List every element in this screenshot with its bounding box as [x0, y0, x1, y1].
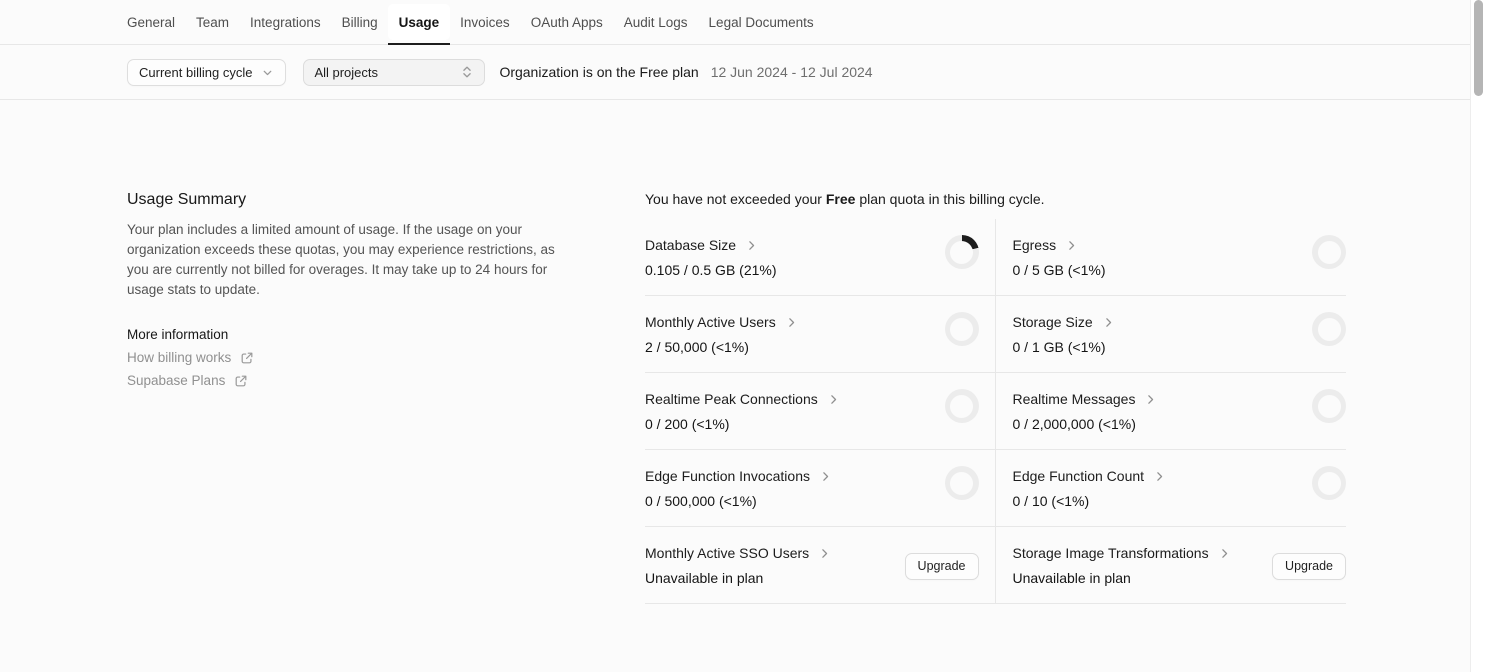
metric-realtime-peak-connections-link[interactable]: Realtime Peak Connections [645, 389, 840, 409]
usage-summary-title: Usage Summary [127, 191, 587, 209]
metric-storage-image-transformations-link[interactable]: Storage Image Transformations [1013, 543, 1231, 563]
supabase-plans-link[interactable]: Supabase Plans [127, 373, 248, 388]
metric-label: Storage Size [1013, 312, 1093, 332]
tab-invoices[interactable]: Invoices [460, 0, 510, 44]
metric-value: Unavailable in plan [1013, 567, 1231, 589]
metric-value: 0 / 10 (<1%) [1013, 490, 1167, 512]
chevron-right-icon [827, 393, 840, 406]
chevron-right-icon [1144, 393, 1157, 406]
metric-label: Realtime Messages [1013, 389, 1136, 409]
billing-cycle-label: Current billing cycle [139, 65, 252, 80]
how-billing-works-label: How billing works [127, 350, 231, 365]
metric-edge-function-count-link[interactable]: Edge Function Count [1013, 466, 1167, 486]
metric-value: 0 / 5 GB (<1%) [1013, 259, 1106, 281]
metric-value: 2 / 50,000 (<1%) [645, 336, 798, 358]
more-information-heading: More information [127, 327, 587, 342]
metric-label: Edge Function Invocations [645, 466, 810, 486]
tab-billing[interactable]: Billing [342, 0, 378, 44]
projects-select[interactable]: All projects [303, 59, 485, 86]
billing-period-dates: 12 Jun 2024 - 12 Jul 2024 [711, 64, 873, 80]
tab-integrations[interactable]: Integrations [250, 0, 321, 44]
metric-database-size-link[interactable]: Database Size [645, 235, 758, 255]
metric-label: Egress [1013, 235, 1057, 255]
metric-value: Unavailable in plan [645, 567, 831, 589]
chevron-right-icon [1153, 470, 1166, 483]
supabase-plans-label: Supabase Plans [127, 373, 225, 388]
quota-status-message: You have not exceeded your Free plan quo… [645, 191, 1346, 207]
tab-usage[interactable]: Usage [399, 0, 440, 44]
chevron-right-icon [785, 316, 798, 329]
plan-name: Free plan [640, 64, 699, 80]
settings-tabbar: General Team Integrations Billing Usage … [0, 0, 1470, 45]
metric-storage-image-transformations: Storage Image Transformations Unavailabl… [996, 527, 1347, 604]
metric-value: 0 / 500,000 (<1%) [645, 490, 832, 512]
metric-monthly-active-users-link[interactable]: Monthly Active Users [645, 312, 798, 332]
tab-team[interactable]: Team [196, 0, 229, 44]
upgrade-button[interactable]: Upgrade [1272, 553, 1346, 580]
tab-general[interactable]: General [127, 0, 175, 44]
metric-storage-size: Storage Size 0 / 1 GB (<1%) [996, 296, 1347, 373]
metric-realtime-messages: Realtime Messages 0 / 2,000,000 (<1%) [996, 373, 1347, 450]
usage-donut-chart [1312, 389, 1346, 423]
usage-summary-description: Your plan includes a limited amount of u… [127, 220, 579, 300]
chevron-right-icon [818, 547, 831, 560]
metric-value: 0 / 200 (<1%) [645, 413, 840, 435]
tab-audit-logs[interactable]: Audit Logs [624, 0, 688, 44]
metric-label: Monthly Active Users [645, 312, 776, 332]
how-billing-works-link[interactable]: How billing works [127, 350, 254, 365]
usage-donut-chart [945, 235, 979, 269]
metric-realtime-peak-connections: Realtime Peak Connections 0 / 200 (<1%) [645, 373, 996, 450]
usage-filter-bar: Current billing cycle All projects Organ… [0, 45, 1470, 100]
usage-summary-panel: Usage Summary Your plan includes a limit… [127, 191, 645, 604]
metric-label: Storage Image Transformations [1013, 543, 1209, 563]
chevron-right-icon [1102, 316, 1115, 329]
chevron-right-icon [745, 239, 758, 252]
plan-name: Free [826, 191, 856, 207]
billing-cycle-dropdown[interactable]: Current billing cycle [127, 59, 286, 86]
plan-status-text: Organization is on the Free plan [499, 64, 698, 80]
metric-label: Monthly Active SSO Users [645, 543, 809, 563]
metric-monthly-active-users: Monthly Active Users 2 / 50,000 (<1%) [645, 296, 996, 373]
metric-egress: Egress 0 / 5 GB (<1%) [996, 219, 1347, 296]
metric-monthly-active-sso-users: Monthly Active SSO Users Unavailable in … [645, 527, 996, 604]
external-link-icon [240, 351, 254, 365]
usage-settings-page: General Team Integrations Billing Usage … [0, 0, 1470, 672]
chevrons-up-down-icon [460, 65, 474, 79]
metric-label: Realtime Peak Connections [645, 389, 818, 409]
metric-edge-function-count: Edge Function Count 0 / 10 (<1%) [996, 450, 1347, 527]
usage-donut-chart [945, 466, 979, 500]
metric-edge-function-invocations: Edge Function Invocations 0 / 500,000 (<… [645, 450, 996, 527]
metric-storage-size-link[interactable]: Storage Size [1013, 312, 1115, 332]
metric-value: 0.105 / 0.5 GB (21%) [645, 259, 777, 281]
usage-content: Usage Summary Your plan includes a limit… [0, 100, 1470, 604]
metric-monthly-active-sso-users-link[interactable]: Monthly Active SSO Users [645, 543, 831, 563]
metric-value: 0 / 2,000,000 (<1%) [1013, 413, 1158, 435]
tab-legal-documents[interactable]: Legal Documents [709, 0, 814, 44]
chevron-right-icon [1065, 239, 1078, 252]
metric-label: Edge Function Count [1013, 466, 1145, 486]
chevron-right-icon [819, 470, 832, 483]
metric-realtime-messages-link[interactable]: Realtime Messages [1013, 389, 1158, 409]
metric-egress-link[interactable]: Egress [1013, 235, 1079, 255]
usage-donut-chart [1312, 235, 1346, 269]
usage-metrics-panel: You have not exceeded your Free plan quo… [645, 191, 1346, 604]
usage-donut-chart [945, 389, 979, 423]
metric-database-size: Database Size 0.105 / 0.5 GB (21%) [645, 219, 996, 296]
chevron-down-icon [261, 66, 274, 79]
external-link-icon [234, 374, 248, 388]
tab-oauth-apps[interactable]: OAuth Apps [531, 0, 603, 44]
scrollbar[interactable] [1470, 0, 1486, 672]
usage-donut-chart [1312, 312, 1346, 346]
metric-label: Database Size [645, 235, 736, 255]
metric-edge-function-invocations-link[interactable]: Edge Function Invocations [645, 466, 832, 486]
usage-donut-chart [1312, 466, 1346, 500]
metric-value: 0 / 1 GB (<1%) [1013, 336, 1115, 358]
usage-metrics-grid: Database Size 0.105 / 0.5 GB (21%) Egres… [645, 219, 1346, 604]
scrollbar-thumb[interactable] [1474, 0, 1483, 96]
upgrade-button[interactable]: Upgrade [905, 553, 979, 580]
chevron-right-icon [1218, 547, 1231, 560]
projects-select-value: All projects [314, 65, 378, 80]
usage-donut-chart [945, 312, 979, 346]
